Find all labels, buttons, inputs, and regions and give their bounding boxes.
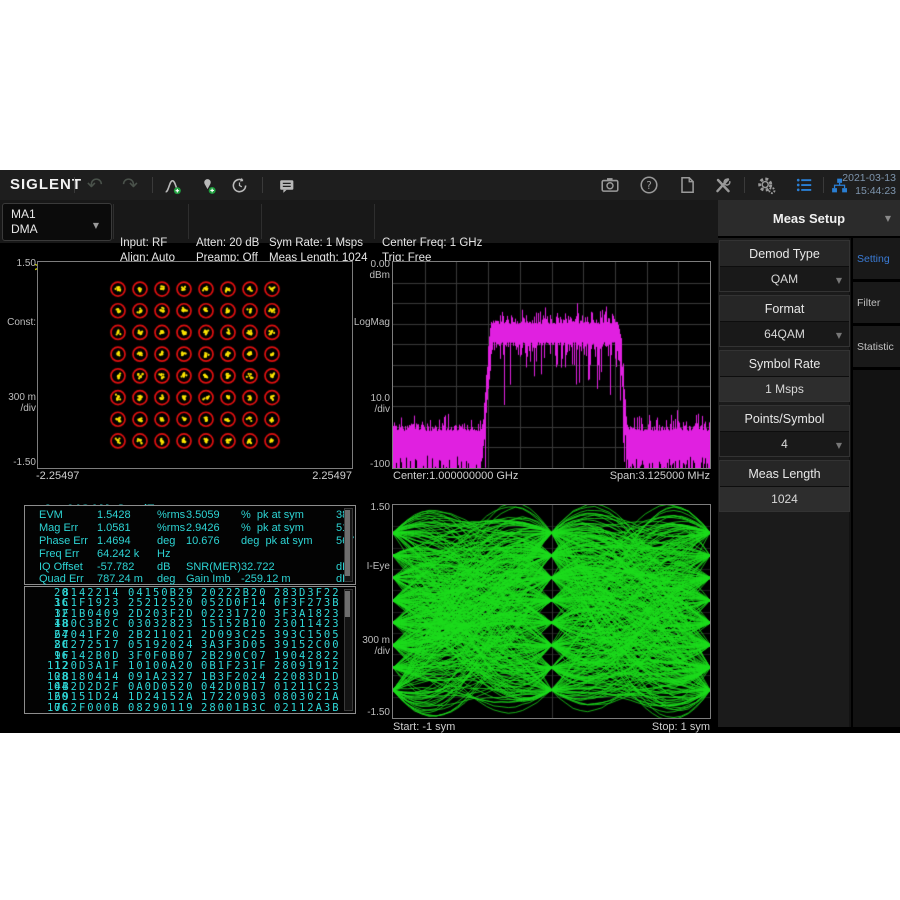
demod-type-label: Demod Type (720, 241, 849, 266)
symerr-metrics-table: EVM1.5428%rms3.5059% pk at sym38Mag Err1… (24, 505, 356, 585)
p2-ymin-label: -100 (352, 460, 390, 470)
format-label: Format (720, 296, 849, 321)
symerr-row: Quad Err787.24 mdegGain Imb-259.12 mdB (25, 573, 343, 586)
p2-span-label: Span:3.125000 MHz (560, 471, 710, 482)
svg-text:?: ? (646, 180, 652, 192)
divider (744, 177, 745, 193)
mode-select-dropdown[interactable]: MA1 DMA ▼ (2, 203, 112, 241)
meas-length-field[interactable]: 1024 (720, 486, 849, 511)
marker-add-icon[interactable] (194, 172, 220, 198)
p1-ymax-label: 1.50 (0, 259, 36, 269)
divider (152, 177, 153, 193)
divider (261, 204, 262, 239)
meas-length-group: Meas Length 1024 (719, 460, 850, 512)
p4-ymin-label: -1.50 (352, 708, 390, 718)
symbol-rate-label: Symbol Rate (720, 351, 849, 376)
symerr-row: Phase Err1.4694deg10.676deg pk at sym567 (25, 535, 343, 548)
demod-type-dropdown[interactable]: QAM ▼ (720, 266, 849, 291)
divider (374, 204, 375, 239)
symerr-row: Freq Err64.242 kHz (25, 548, 343, 561)
sidebar-meas-setup: Meas Setup ▼ Demod Type QAM ▼ Format 64Q… (718, 200, 900, 727)
p2-yunit-label: dBm (352, 271, 390, 281)
format-dropdown[interactable]: 64QAM ▼ (720, 321, 849, 346)
p4-start-label: Start: -1 sym (393, 722, 455, 733)
p1-ymin-label: -1.50 (0, 458, 36, 468)
chevron-down-icon: ▼ (93, 218, 99, 233)
p4-ymax-label: 1.50 (352, 503, 390, 513)
toolbar: SIGLENT ↶ ↷ ? (0, 170, 900, 200)
divider (823, 177, 824, 193)
p4-ylabel: I-Eye (352, 562, 390, 572)
constellation-plot (38, 262, 352, 468)
undo-icon[interactable]: ↶ (82, 172, 108, 198)
sidebar-controls: Demod Type QAM ▼ Format 64QAM ▼ Symbol R… (718, 238, 849, 727)
p1-ylabel: Const: (0, 318, 36, 328)
p4-perdiv-label: 300 m (352, 636, 390, 646)
symerr-row: IQ Offset-57.782dBSNR(MER)32.722dB (25, 561, 343, 574)
divider (188, 204, 189, 239)
points-per-symbol-group: Points/Symbol 4 ▼ (719, 405, 850, 457)
analyzer-screen: SIGLENT ↶ ↷ ? (0, 170, 900, 733)
mode-line1: MA1 (11, 207, 38, 222)
tab-filter[interactable]: Filter (853, 282, 900, 326)
p2-ylabel: LogMag (352, 318, 390, 328)
status-field-atten: Atten: 20 dBPreamp: Off (196, 206, 259, 266)
siglent-logo: SIGLENT (10, 176, 82, 193)
format-group: Format 64QAM ▼ (719, 295, 850, 347)
camera-icon[interactable] (597, 172, 623, 198)
datetime: 2021-03-13 15:44:23 (842, 172, 896, 198)
p4-div-label: /div (352, 647, 390, 657)
tools-icon[interactable] (710, 172, 736, 198)
chevron-down-icon: ▼ (836, 441, 842, 450)
symbol-rate-group: Symbol Rate 1 Msps (719, 350, 850, 402)
p4-stop-label: Stop: 1 sym (610, 722, 710, 733)
eye-diagram-plot (393, 505, 710, 718)
sidebar-tabs: Setting Filter Statistic (851, 238, 900, 727)
p2-perdiv-label: 10.0 (352, 394, 390, 404)
chevron-down-icon: ▼ (836, 276, 842, 285)
status-field-symrate: Sym Rate: 1 MspsMeas Length: 1024 (269, 206, 367, 266)
divider (74, 177, 75, 193)
help-icon[interactable]: ? (636, 172, 662, 198)
history-restore-icon[interactable] (226, 172, 252, 198)
demod-type-group: Demod Type QAM ▼ (719, 240, 850, 292)
points-per-symbol-label: Points/Symbol (720, 406, 849, 431)
time-text: 15:44:23 (842, 185, 896, 198)
hex-row: 112120D3A1F10100A200B1F231F28091912 (25, 661, 343, 671)
divider (113, 204, 114, 239)
p2-center-freq-label: Center:1.000000000 GHz (393, 471, 518, 482)
hex-row: 1760C2F000B0829011928001B3C02112A3B (25, 703, 343, 713)
p1-xmin-label: -2.25497 (36, 471, 79, 482)
tab-setting[interactable]: Setting (853, 238, 900, 282)
date-text: 2021-03-13 (842, 172, 896, 185)
file-icon[interactable] (674, 172, 700, 198)
scrollbar-thumb[interactable] (345, 591, 350, 617)
mode-line2: DMA (11, 222, 38, 237)
settings-gear-icon[interactable] (753, 172, 779, 198)
p2-ymax-label: 0.00 (352, 260, 390, 270)
p1-div-label: /div (0, 404, 36, 414)
scrollbar-thumb[interactable] (345, 510, 350, 576)
redo-icon[interactable]: ↷ (117, 172, 143, 198)
points-per-symbol-dropdown[interactable]: 4 ▼ (720, 431, 849, 456)
symbol-rate-field[interactable]: 1 Msps (720, 376, 849, 401)
tab-statistic[interactable]: Statistic (853, 326, 900, 370)
symerr-row: Mag Err1.0581%rms2.9426% pk at sym511 (25, 522, 343, 535)
p2-div-label: /div (352, 405, 390, 415)
peak-add-icon[interactable] (159, 172, 185, 198)
chevron-down-icon: ▼ (836, 331, 842, 340)
chevron-down-icon: ▼ (885, 214, 891, 223)
meas-setup-menu[interactable]: Meas Setup ▼ (718, 200, 900, 238)
p1-perdiv-label: 300 m (0, 393, 36, 403)
symerr-row: EVM1.5428%rms3.5059% pk at sym38 (25, 509, 343, 522)
spectrum-plot (393, 262, 710, 468)
meas-length-label: Meas Length (720, 461, 849, 486)
symbol-hex-table: 02814221404150B2920222B20283D3F22163C1F1… (24, 586, 356, 714)
screenshot-canvas: { "toolbar": { "logo": "SIGLENT", "date"… (0, 0, 900, 900)
status-bar: MA1 DMA ▼ Input: RFAlign: Auto Atten: 20… (0, 200, 718, 243)
p1-xmax-label: 2.25497 (252, 471, 352, 482)
list-icon[interactable] (791, 172, 817, 198)
divider (262, 177, 263, 193)
annotation-icon[interactable] (273, 172, 299, 198)
